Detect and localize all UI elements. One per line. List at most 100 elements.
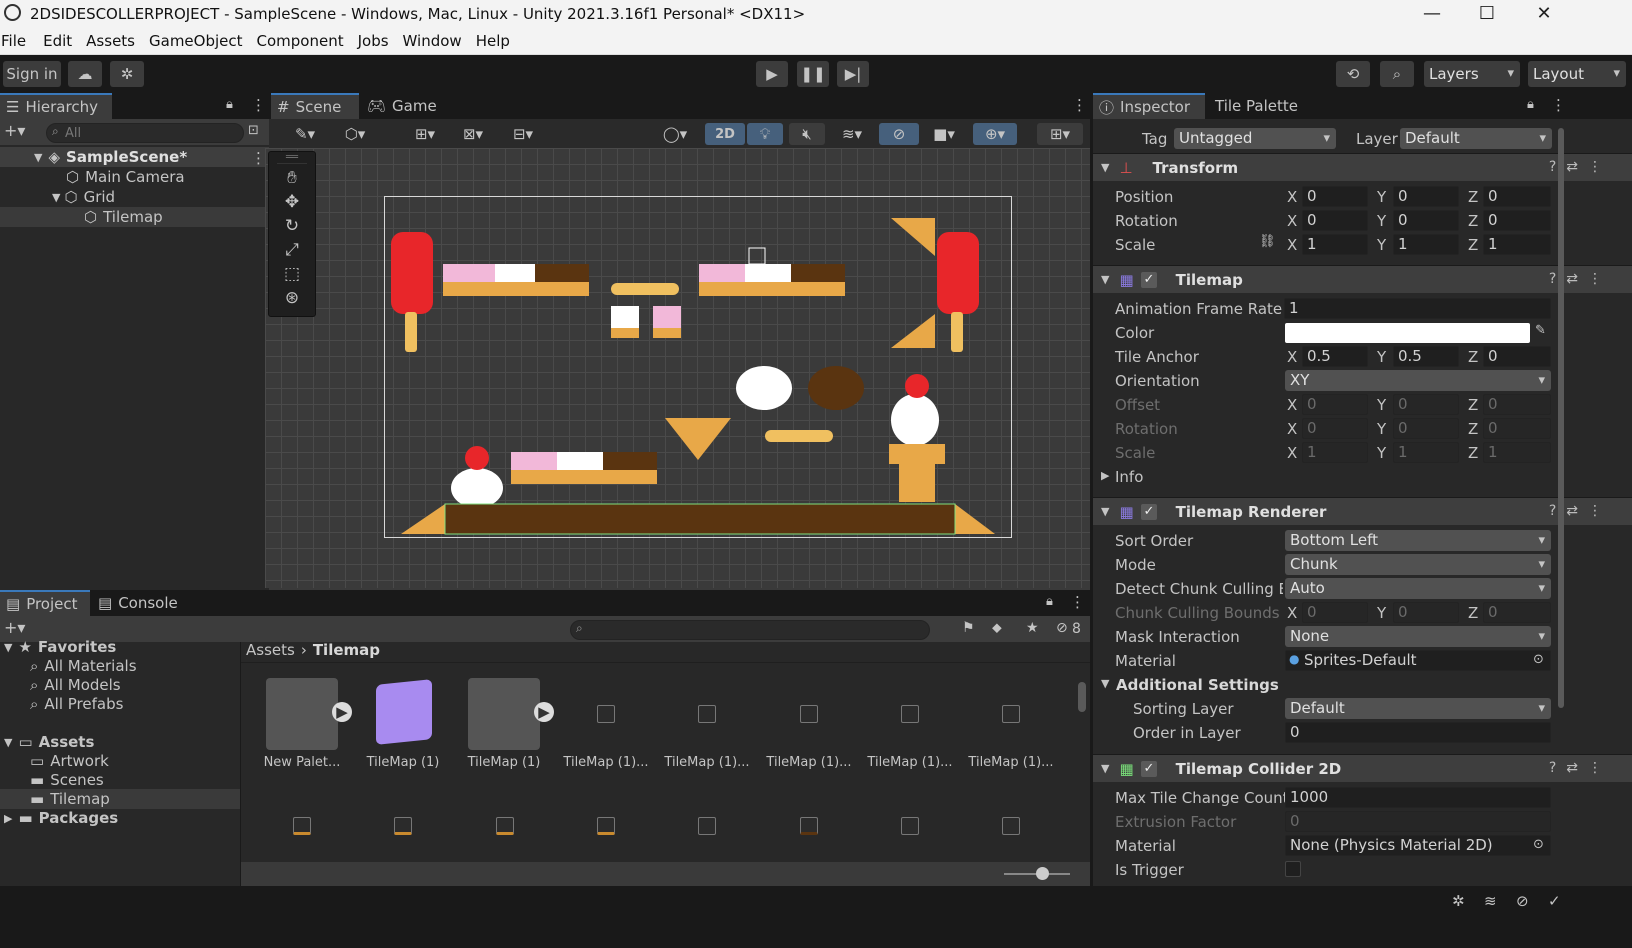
- info-foldout[interactable]: Info: [1115, 468, 1143, 486]
- tab-project[interactable]: ▤ Project: [0, 590, 90, 616]
- object-picker-icon[interactable]: ⊙: [1533, 837, 1544, 852]
- sign-in-button[interactable]: Sign in: [3, 61, 61, 87]
- scale-y-field[interactable]: 1: [1393, 234, 1459, 255]
- tab-hierarchy[interactable]: ☰ Hierarchy: [0, 93, 112, 119]
- anchor-z-field[interactable]: 0: [1483, 346, 1551, 367]
- renderer-enabled-checkbox[interactable]: ✓: [1141, 504, 1157, 520]
- step-button[interactable]: ▶|: [837, 61, 869, 87]
- more-icon[interactable]: ⋮: [1070, 593, 1085, 611]
- tilemap-renderer-header[interactable]: ▼ ▦ ✓ Tilemap Renderer ?⇄⋮: [1093, 497, 1632, 525]
- detect-culling-dropdown[interactable]: Auto: [1285, 578, 1551, 599]
- mode-dropdown[interactable]: Chunk: [1285, 554, 1551, 575]
- tilemap-asset-icon[interactable]: [376, 679, 432, 745]
- frame-rate-field[interactable]: 1: [1284, 298, 1551, 319]
- orientation-dropdown[interactable]: XY: [1285, 370, 1551, 391]
- bug-icon[interactable]: ✲: [1452, 892, 1465, 910]
- pivot-icon[interactable]: ⬡▾: [332, 121, 378, 146]
- tile-asset-icon[interactable]: [597, 817, 615, 835]
- tile-asset-icon[interactable]: [901, 817, 919, 835]
- scale-z-field[interactable]: 1: [1483, 234, 1551, 255]
- object-picker-icon[interactable]: ⊙: [1533, 652, 1544, 667]
- tile-asset-icon[interactable]: [394, 817, 412, 835]
- check-icon[interactable]: ✓: [1548, 892, 1561, 910]
- draw-mode-icon[interactable]: ✎▾: [282, 121, 328, 146]
- hierarchy-item-tilemap[interactable]: ⬡ Tilemap: [0, 207, 269, 227]
- menu-component[interactable]: Component: [250, 32, 351, 50]
- mask-interaction-dropdown[interactable]: None: [1285, 626, 1551, 647]
- anchor-y-field[interactable]: 0.5: [1393, 346, 1459, 367]
- layers-dropdown[interactable]: Layers: [1424, 61, 1520, 87]
- filter-icon[interactable]: ⊡: [248, 123, 259, 138]
- folder-scenes[interactable]: ▬ Scenes: [0, 770, 240, 790]
- palette-thumbnail[interactable]: [266, 678, 338, 750]
- grid-snap-icon[interactable]: ⊠▾: [450, 121, 496, 146]
- layout-dropdown[interactable]: Layout: [1528, 61, 1626, 87]
- max-tile-change-field[interactable]: 1000: [1285, 787, 1551, 808]
- more-icon[interactable]: ⋮: [1551, 96, 1566, 114]
- overlay-icon[interactable]: ⊞▾: [1037, 123, 1083, 145]
- tile-asset-icon[interactable]: [800, 705, 818, 723]
- link-icon[interactable]: ⛓: [1259, 234, 1276, 249]
- tilemap-enabled-checkbox[interactable]: ✓: [1141, 272, 1157, 288]
- increment-snap-icon[interactable]: ⊟▾: [500, 121, 546, 146]
- sort-order-dropdown[interactable]: Bottom Left: [1285, 530, 1551, 551]
- component-options-icons[interactable]: ?⇄⋮: [1549, 760, 1612, 776]
- add-icon[interactable]: +▾: [4, 121, 25, 140]
- lock-icon[interactable]: 🔒︎: [226, 97, 233, 112]
- hierarchy-search-input[interactable]: All: [46, 123, 244, 143]
- tile-asset-icon[interactable]: [293, 817, 311, 835]
- transform-header[interactable]: ▼ ⊥ Transform ?⇄⋮: [1093, 153, 1632, 181]
- material-field[interactable]: Sprites-Default: [1285, 650, 1551, 671]
- 2d-toggle-button[interactable]: 2D: [705, 123, 745, 145]
- minimize-icon[interactable]: —: [1404, 0, 1460, 27]
- menu-file[interactable]: File: [0, 32, 33, 50]
- tile-asset-icon[interactable]: [1002, 817, 1020, 835]
- assets-folder-row[interactable]: ▼ ▭ Assets: [0, 732, 240, 752]
- project-search-input[interactable]: [570, 620, 930, 640]
- order-in-layer-field[interactable]: 0: [1285, 722, 1551, 743]
- tab-inspector[interactable]: ⓘ Inspector: [1093, 93, 1205, 119]
- list-item[interactable]: ⌕ All Models: [0, 675, 240, 695]
- add-icon[interactable]: +▾: [4, 618, 25, 637]
- shading-mode-icon[interactable]: ◯▾: [652, 121, 698, 146]
- scale-x-field[interactable]: 1: [1302, 234, 1368, 255]
- tab-scene[interactable]: # Scene: [271, 93, 359, 119]
- hierarchy-item-grid[interactable]: ▼ ⬡ Grid: [0, 187, 269, 207]
- menu-jobs[interactable]: Jobs: [351, 32, 396, 50]
- label-icon[interactable]: ⬥: [992, 620, 1002, 636]
- search-icon[interactable]: ⌕: [1380, 61, 1414, 87]
- tile-asset-icon[interactable]: [901, 705, 919, 723]
- hierarchy-item-main-camera[interactable]: ⬡ Main Camera: [0, 167, 269, 187]
- more-icon[interactable]: ⋮: [251, 149, 266, 167]
- pause-button[interactable]: ❚❚: [797, 61, 829, 87]
- inspector-scrollbar[interactable]: [1558, 128, 1564, 708]
- tile-asset-icon[interactable]: [698, 817, 716, 835]
- is-trigger-checkbox[interactable]: [1285, 861, 1301, 877]
- chevron-right-icon[interactable]: ▶: [1101, 469, 1109, 482]
- history-icon[interactable]: ⟲: [1336, 61, 1370, 87]
- play-button[interactable]: ▶: [756, 61, 788, 87]
- camera-icon[interactable]: ■▾: [921, 121, 967, 146]
- position-z-field[interactable]: 0: [1483, 186, 1551, 207]
- rotation-z-field[interactable]: 0: [1483, 210, 1551, 231]
- menu-gameobject[interactable]: GameObject: [142, 32, 250, 50]
- list-item[interactable]: ⌕ All Materials: [0, 656, 240, 676]
- tag-dropdown[interactable]: Untagged: [1174, 128, 1336, 149]
- star-icon[interactable]: ★: [1026, 620, 1039, 636]
- tilemap-collider-header[interactable]: ▼ ▦ ✓ Tilemap Collider 2D ?⇄⋮: [1093, 754, 1632, 782]
- folder-tilemap[interactable]: ▬ Tilemap: [0, 789, 240, 809]
- rotation-x-field[interactable]: 0: [1302, 210, 1368, 231]
- snap-icon[interactable]: ⊞▾: [402, 121, 448, 146]
- tile-asset-icon[interactable]: [698, 705, 716, 723]
- folder-artwork[interactable]: ▭ Artwork: [0, 751, 240, 771]
- color-swatch[interactable]: [1285, 323, 1530, 343]
- palette-thumbnail[interactable]: [468, 678, 540, 750]
- menu-assets[interactable]: Assets: [79, 32, 142, 50]
- play-icon[interactable]: ▶: [534, 702, 554, 722]
- scene-row[interactable]: ▼ ◈ SampleScene*: [0, 147, 269, 167]
- layer-dropdown[interactable]: Default: [1400, 128, 1552, 149]
- anchor-x-field[interactable]: 0.5: [1302, 346, 1368, 367]
- position-x-field[interactable]: 0: [1302, 186, 1368, 207]
- tab-tile-palette[interactable]: Tile Palette: [1209, 93, 1319, 119]
- chevron-down-icon[interactable]: ▼: [1101, 677, 1109, 690]
